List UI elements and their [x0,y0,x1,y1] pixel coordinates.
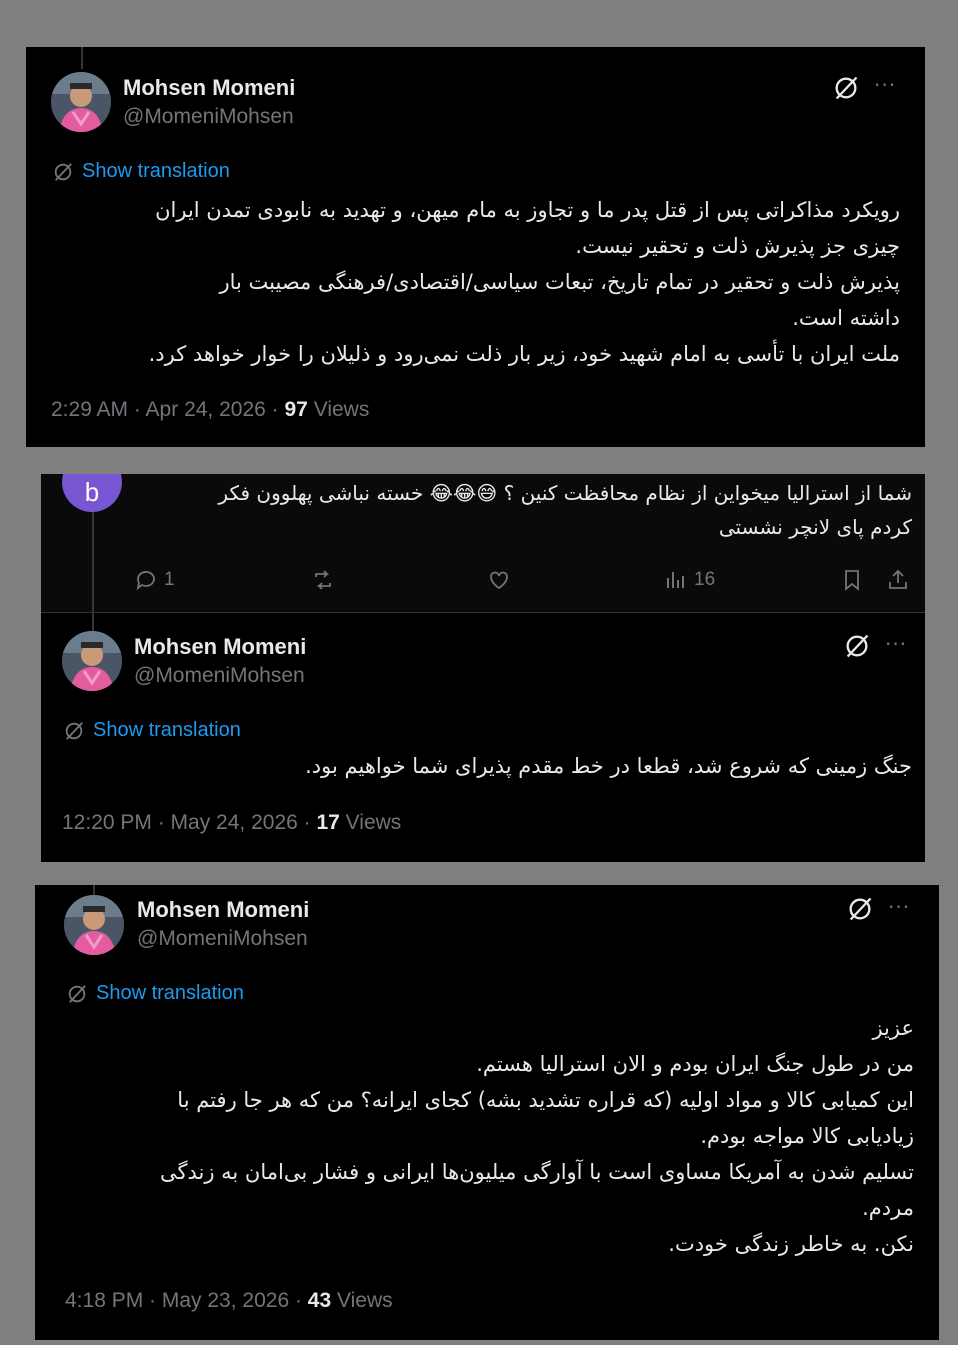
author-handle[interactable]: @MomeniMohsen [137,927,308,951]
grok-icon[interactable] [832,74,860,102]
show-translation-link[interactable]: Show translation [52,160,230,183]
author-handle[interactable]: @MomeniMohsen [134,664,305,688]
translate-icon [65,721,83,740]
tweet-line: جنگ زمینی که شروع شد، قطعا در خط مقدم پذ… [305,754,912,778]
tweet-text: عزیز من در طول جنگ ایران بودم و الان است… [64,1010,914,1262]
tweet-line: من در طول جنگ ایران بودم و الان استرالیا… [476,1052,914,1076]
views-count: 43 [307,1289,332,1312]
translate-icon [68,984,86,1003]
more-options-icon[interactable]: ··· [874,75,896,95]
avatar[interactable] [64,895,124,955]
reply-text: شما از استرالیا میخواین از نظام محافظت ک… [132,476,912,544]
views-count: 16 [694,569,716,590]
reply-count: 1 [164,569,175,590]
show-translation-label: Show translation [96,982,244,1004]
author-name[interactable]: Mohsen Momeni [134,634,306,660]
tweet-text: جنگ زمینی که شروع شد، قطعا در خط مقدم پذ… [72,748,912,784]
heart-icon [490,571,508,590]
tweet-meta: 12:20 PM · May 24, 2026 · 17 Views [62,811,401,835]
reply-avatar-letter: b [84,477,100,507]
grok-icon[interactable] [846,895,874,923]
views-count: 97 [284,398,308,421]
thread-line [81,47,83,69]
tweet-line: نکن. به خاطر زندگی خودت. [668,1232,914,1256]
tweet-text: رویکرد مذاکراتی پس از قتل پدر ما و تجاوز… [50,192,900,372]
like-button[interactable] [487,568,511,592]
avatar[interactable] [62,631,122,691]
show-translation-label: Show translation [93,719,241,741]
tweet-line: ملت ایران با تأسی به امام شهید خود، زیر … [148,342,900,366]
timestamp[interactable]: 2:29 AM · Apr 24, 2026 · [51,398,284,421]
tweet-line: پذیرش ذلت و تحقیر در تمام تاریخ، تبعات س… [219,270,900,294]
avatar[interactable] [51,72,111,132]
translate-icon [54,162,72,181]
tweet-card-1: Mohsen Momeni @MomeniMohsen ··· Show tra… [26,47,925,447]
share-button[interactable] [886,568,910,592]
show-translation-label: Show translation [82,160,230,182]
author-name[interactable]: Mohsen Momeni [123,75,295,101]
timestamp[interactable]: 12:20 PM · May 24, 2026 · [62,811,316,834]
views-label: Views [345,811,402,834]
views-count: 17 [316,811,340,834]
divider [41,612,925,613]
tweet-line: این کمیابی کالا و مواد اولیه (که قراره ت… [177,1088,914,1112]
tweet-line: مردم. [862,1196,914,1220]
grok-icon[interactable] [843,632,871,660]
more-options-icon[interactable]: ··· [885,634,907,654]
author-handle[interactable]: @MomeniMohsen [123,105,294,129]
retweet-button[interactable] [311,568,335,592]
tweet-line: عزیز [872,1016,914,1040]
views-button[interactable]: 16 [664,568,715,592]
tweet-line: چیزی جز پذیرش ذلت و تحقیر نیست. [575,234,900,258]
analytics-icon [667,572,684,588]
retweet-icon [315,570,331,590]
bookmark-icon [845,570,859,591]
tweet-line: داشته است. [792,306,900,330]
tweet-meta: 2:29 AM · Apr 24, 2026 · 97 Views [51,398,369,422]
tweet-line: تسلیم شدن به آمریکا مساوی است با آوارگی … [159,1160,914,1184]
tweet-line: زیادیابی کالا مواجه بودم. [700,1124,914,1148]
tweet-card-2: b شما از استرالیا میخواین از نظام محافظت… [41,474,925,862]
reply-icon [136,571,155,591]
share-icon [889,569,907,589]
author-name[interactable]: Mohsen Momeni [137,897,309,923]
show-translation-link[interactable]: Show translation [66,982,244,1005]
bookmark-button[interactable] [840,568,864,592]
show-translation-link[interactable]: Show translation [63,719,241,742]
reply-line: شما از استرالیا میخواین از نظام محافظت ک… [218,481,912,505]
thread-line [93,885,95,895]
tweet-line: رویکرد مذاکراتی پس از قتل پدر ما و تجاوز… [155,198,900,222]
tweet-meta: 4:18 PM · May 23, 2026 · 43 Views [65,1289,393,1313]
views-label: Views [337,1289,393,1312]
timestamp[interactable]: 4:18 PM · May 23, 2026 · [65,1289,308,1312]
reply-line: کردم پای لانچر نشستی [718,515,912,539]
more-options-icon[interactable]: ··· [888,897,910,917]
reply-button[interactable]: 1 [134,568,175,592]
tweet-card-3: Mohsen Momeni @MomeniMohsen ··· Show tra… [35,885,939,1340]
views-label: Views [313,398,370,421]
